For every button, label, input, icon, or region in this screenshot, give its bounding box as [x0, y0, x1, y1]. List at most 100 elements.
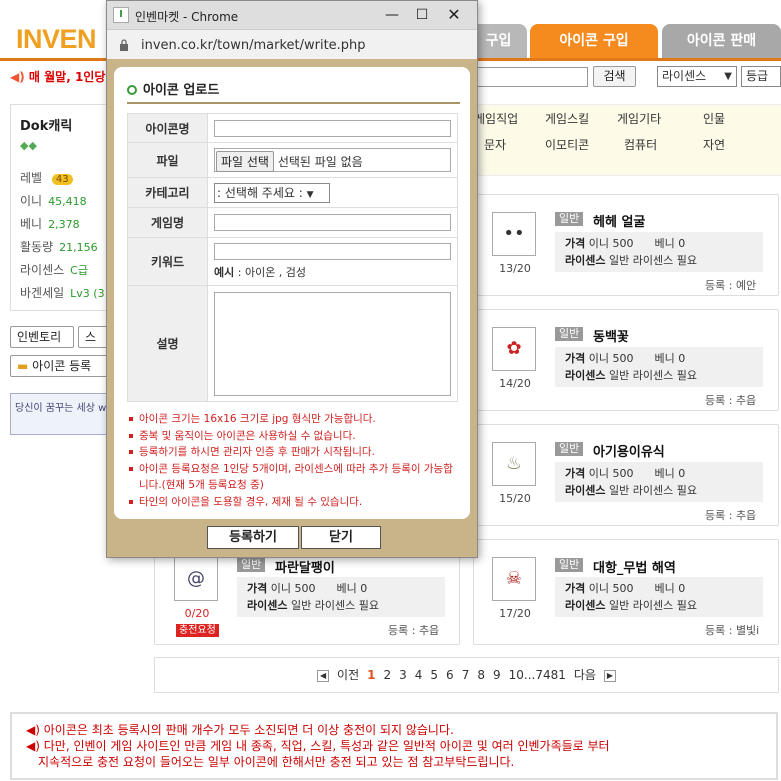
search-input[interactable] [476, 67, 588, 87]
next-arrow-icon[interactable]: ▶ [603, 669, 616, 682]
item-name[interactable]: 아기용이유식 [593, 441, 665, 460]
license-label: 라이센스 [20, 263, 65, 277]
item-badge: 일반 [555, 212, 584, 226]
register-button[interactable]: 등록하기 [207, 526, 299, 549]
page-link[interactable]: 3 [399, 668, 407, 682]
item-info: 가격 이니 500 베니 0 라이센스 일반 라이센스 필요 [555, 347, 763, 387]
page-link[interactable]: 7 [462, 668, 470, 682]
lock-icon [120, 39, 128, 51]
license-select[interactable]: 라이센스 ▼ [657, 66, 737, 87]
inventory-button[interactable]: 인벤토리 [10, 326, 74, 348]
upload-form-table: 아이콘명 파일 파일 선택 선택된 파일 없음 카테고리: 선택해 주세요 : ▼… [127, 113, 458, 402]
icon-name-input[interactable] [214, 119, 451, 137]
item-price: 이니 500 [270, 582, 316, 595]
grade-select[interactable]: 등급 [741, 66, 781, 87]
inven-logo[interactable]: INVEN [16, 24, 97, 55]
profile-level: 레벨 43 [20, 169, 73, 186]
footnote-box: ◀) 아이콘은 최초 등록시의 판매 개수가 모두 소진되면 더 이상 충전이 … [10, 712, 778, 780]
flower-icon: ✿ [492, 327, 536, 371]
category-select[interactable]: : 선택해 주세요 : ▼ [214, 182, 330, 203]
page-link[interactable]: 6 [446, 668, 454, 682]
activity-label: 활동량 [20, 240, 54, 254]
item-beni: 베니 0 [654, 237, 686, 250]
category-text[interactable]: 문자 [484, 136, 506, 153]
item-info: 가격 이니 500 베니 0 라이센스 일반 라이센스 필요 [555, 462, 763, 502]
item-info: 가격 이니 500 베니 0 라이센스 일반 라이센스 필요 [555, 232, 763, 272]
icon-register-button[interactable]: ▬ 아이콘 등록 [10, 355, 108, 377]
tab-buy-partial[interactable]: 구입 [470, 24, 527, 58]
icon-name-label: 아이콘명 [127, 113, 208, 143]
baby-food-icon: ♨ [492, 442, 536, 486]
popup-window-title: 인벤마켓 - Chrome [135, 10, 239, 24]
upload-notes: 아이콘 크기는 16x16 크기로 jpg 형식만 가능합니다. 중복 및 움직… [127, 411, 457, 510]
category-computer[interactable]: 컴퓨터 [624, 136, 657, 153]
beni-label: 베니 [20, 217, 43, 231]
profile-activity: 활동량 21,156 [20, 238, 98, 255]
minimize-icon[interactable]: — [377, 5, 407, 25]
level-label: 레벨 [20, 171, 43, 185]
ini-value: 45,418 [48, 195, 87, 208]
search-button[interactable]: 검색 [593, 66, 636, 87]
license-select-value: 라이센스 [662, 69, 707, 83]
page-link[interactable]: 1 [367, 668, 375, 682]
page-link[interactable]: 9 [493, 668, 501, 682]
page-link[interactable]: 10...7481 [509, 668, 566, 682]
item-badge: 일반 [555, 327, 584, 341]
price-label: 가격 [565, 352, 586, 365]
prev-arrow-icon[interactable]: ◀ [317, 669, 330, 682]
popup-titlebar[interactable]: I 인벤마켓 - Chrome — ☐ ✕ [107, 1, 477, 29]
item-registrant: 등록 : 예안 [705, 279, 757, 292]
maximize-icon[interactable]: ☐ [407, 5, 437, 25]
tab-icon-sell[interactable]: 아이콘 판매 [662, 24, 781, 58]
profile-bargain: 바겐세일 Lv3 (3 [20, 284, 105, 301]
inven-banner[interactable]: 당신이 꿈꾸는 세상 www.inven.co [10, 393, 110, 435]
tab-icon-buy[interactable]: 아이콘 구입 [530, 24, 658, 58]
item-count: 14/20 [499, 377, 531, 390]
category-nature[interactable]: 자연 [703, 136, 725, 153]
item-name[interactable]: 동백꽃 [593, 326, 629, 345]
file-label: 파일 [127, 142, 208, 178]
ini-label: 이니 [20, 194, 43, 208]
page-link[interactable]: 5 [430, 668, 438, 682]
charge-request-badge[interactable]: 충전요청 [176, 624, 219, 637]
gem-icons: ◆◆ [20, 139, 37, 152]
icon-register-label: 아이콘 등록 [32, 359, 92, 373]
page-link[interactable]: 2 [383, 668, 391, 682]
category-emoticon[interactable]: 이모티콘 [545, 136, 589, 153]
file-choose-button[interactable]: 파일 선택 [216, 151, 274, 172]
page-prev[interactable]: 이전 [337, 668, 359, 682]
category-game-etc[interactable]: 게임기타 [617, 110, 661, 127]
bullet-circle-icon [127, 85, 137, 95]
license-label: 라이센스 [565, 254, 606, 267]
grade-select-value: 등급 [746, 69, 769, 83]
item-price: 이니 500 [588, 467, 634, 480]
page: INVEN 구입 아이콘 구입 아이콘 판매 ◀) 매 월말, 1인당 검색 라… [0, 0, 781, 781]
close-button[interactable]: 닫기 [301, 526, 381, 549]
keyword-input[interactable] [214, 243, 451, 260]
page-link[interactable]: 4 [415, 668, 423, 682]
upload-note: 등록하기를 하시면 관리자 인증 후 판매가 시작됩니다. [127, 444, 457, 461]
category-person[interactable]: 인물 [703, 110, 725, 127]
page-link[interactable]: 8 [477, 668, 485, 682]
item-count: 15/20 [499, 492, 531, 505]
popup-address-bar[interactable]: inven.co.kr/town/market/write.php [107, 29, 477, 59]
footnote-line: ◀) 다만, 인벤이 게임 사이트인 만큼 게임 내 종족, 직업, 스킬, 특… [26, 738, 762, 754]
close-icon[interactable]: ✕ [439, 5, 469, 25]
side-button-2[interactable]: 스 [78, 326, 108, 348]
item-count: 0/20 [184, 607, 210, 620]
item-badge: 일반 [555, 442, 584, 456]
game-name-input[interactable] [214, 214, 451, 231]
popup-url: inven.co.kr/town/market/write.php [141, 38, 366, 53]
keyword-label: 키워드 [127, 237, 208, 286]
page-next[interactable]: 다음 [574, 668, 596, 682]
category-game-skill[interactable]: 게임스킬 [545, 110, 589, 127]
item-info: 가격 이니 500 베니 0 라이센스 일반 라이센스 필요 [237, 577, 445, 617]
item-name[interactable]: 파란달팽이 [275, 557, 335, 576]
item-registrant: 등록 : 추읍 [388, 624, 440, 637]
category-game-job[interactable]: 게임직업 [474, 110, 518, 127]
item-name[interactable]: 대항_무법 해역 [593, 557, 676, 576]
description-textarea[interactable] [214, 291, 451, 396]
item-name[interactable]: 헤헤 얼굴 [593, 211, 645, 230]
item-count: 13/20 [499, 262, 531, 275]
footnote-line: ◀) 아이콘은 최초 등록시의 판매 개수가 모두 소진되면 더 이상 충전이 … [26, 722, 762, 738]
